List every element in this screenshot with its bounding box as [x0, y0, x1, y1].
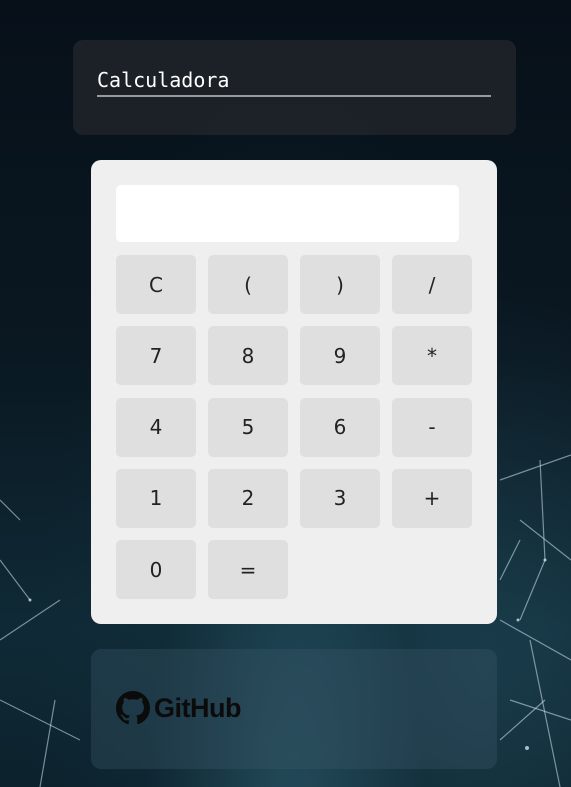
- equals-button[interactable]: =: [208, 540, 288, 600]
- digit-9-button[interactable]: 9: [300, 326, 380, 386]
- github-link[interactable]: GitHub: [116, 691, 241, 725]
- digit-5-button[interactable]: 5: [208, 397, 288, 457]
- digit-7-button[interactable]: 7: [116, 326, 196, 386]
- clear-button[interactable]: C: [116, 255, 196, 314]
- page-title: Calculadora: [97, 68, 491, 97]
- digit-6-button[interactable]: 6: [300, 397, 380, 457]
- digit-1-button[interactable]: 1: [116, 468, 196, 528]
- digit-4-button[interactable]: 4: [116, 397, 196, 457]
- digit-3-button[interactable]: 3: [300, 468, 380, 528]
- calculator-panel: C()/ 7 8 9 * 4 5 6- 1 2 3 +0 =: [91, 160, 497, 624]
- github-label: GitHub: [154, 692, 241, 723]
- open-paren-button[interactable]: (: [208, 255, 288, 314]
- divide-button[interactable]: /: [392, 255, 472, 314]
- digit-8-button[interactable]: 8: [208, 326, 288, 386]
- footer-panel: GitHub: [91, 649, 497, 769]
- subtract-button[interactable]: -: [392, 397, 472, 457]
- add-button[interactable]: +: [392, 468, 472, 528]
- multiply-button[interactable]: *: [392, 326, 472, 386]
- header-panel: Calculadora: [73, 40, 516, 135]
- github-icon: [116, 691, 150, 725]
- digit-2-button[interactable]: 2: [208, 468, 288, 528]
- calculator-display[interactable]: [116, 185, 459, 242]
- digit-0-button[interactable]: 0: [116, 540, 196, 600]
- close-paren-button[interactable]: ): [300, 255, 380, 314]
